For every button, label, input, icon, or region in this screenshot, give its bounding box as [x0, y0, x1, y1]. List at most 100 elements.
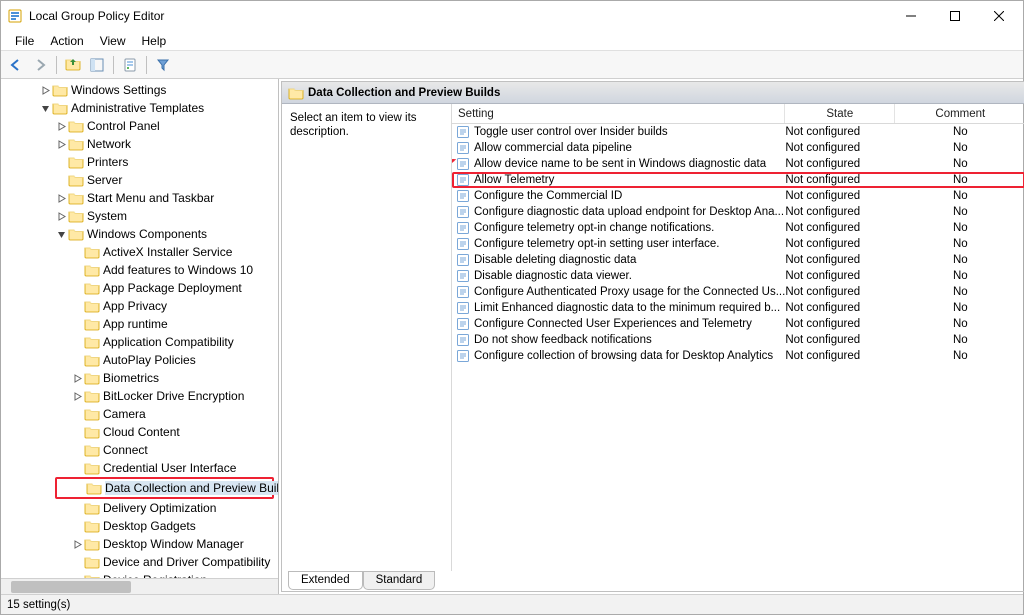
- settings-row[interactable]: Configure diagnostic data upload endpoin…: [452, 204, 1024, 220]
- tree-item[interactable]: BitLocker Drive Encryption: [1, 387, 278, 405]
- filter-button[interactable]: [152, 54, 174, 76]
- close-button[interactable]: [977, 2, 1021, 30]
- expand-icon[interactable]: [71, 538, 84, 551]
- tree-item[interactable]: Add features to Windows 10: [1, 261, 278, 279]
- window-title: Local Group Policy Editor: [29, 9, 889, 23]
- settings-row[interactable]: Configure Authenticated Proxy usage for …: [452, 284, 1024, 300]
- expand-icon[interactable]: [39, 84, 52, 97]
- tree-view[interactable]: Windows SettingsAdministrative Templates…: [1, 79, 278, 578]
- menu-action[interactable]: Action: [42, 32, 91, 50]
- settings-row[interactable]: Limit Enhanced diagnostic data to the mi…: [452, 300, 1024, 316]
- tree-item-label: Cloud Content: [103, 425, 180, 439]
- setting-comment: No: [895, 222, 1024, 234]
- setting-comment: No: [895, 158, 1024, 170]
- expand-icon[interactable]: [71, 372, 84, 385]
- folder-icon: [84, 443, 100, 457]
- settings-row[interactable]: Configure collection of browsing data fo…: [452, 348, 1024, 364]
- up-level-button[interactable]: [62, 54, 84, 76]
- tree-item-label: Add features to Windows 10: [103, 263, 253, 277]
- tree-item[interactable]: Biometrics: [1, 369, 278, 387]
- tab-extended[interactable]: Extended: [288, 571, 363, 590]
- tab-standard[interactable]: Standard: [363, 571, 436, 590]
- list-body[interactable]: Toggle user control over Insider builds N…: [452, 124, 1024, 571]
- expand-icon[interactable]: [71, 390, 84, 403]
- setting-icon: [455, 125, 471, 139]
- tree-item[interactable]: Administrative Templates: [1, 99, 278, 117]
- settings-row[interactable]: Toggle user control over Insider buildsN…: [452, 124, 1024, 140]
- tree-item[interactable]: App Package Deployment: [1, 279, 278, 297]
- settings-row[interactable]: Allow TelemetryNot configuredNo: [452, 172, 1024, 188]
- tree-item[interactable]: Delivery Optimization: [1, 499, 278, 517]
- tree-item-label: Desktop Gadgets: [103, 519, 196, 533]
- tree-item[interactable]: Camera: [1, 405, 278, 423]
- tree-item[interactable]: Application Compatibility: [1, 333, 278, 351]
- setting-name: Toggle user control over Insider builds: [474, 126, 785, 138]
- tree-item-label: AutoPlay Policies: [103, 353, 196, 367]
- expand-icon[interactable]: [55, 138, 68, 151]
- tree-item[interactable]: Windows Settings: [1, 81, 278, 99]
- tree-item[interactable]: Connect: [1, 441, 278, 459]
- settings-row[interactable]: Configure Connected User Experiences and…: [452, 316, 1024, 332]
- setting-name: Allow commercial data pipeline: [474, 142, 785, 154]
- tree-item[interactable]: AutoPlay Policies: [1, 351, 278, 369]
- app-icon: [7, 8, 23, 24]
- col-comment[interactable]: Comment: [895, 104, 1024, 123]
- setting-state: Not configured: [785, 190, 895, 202]
- back-button[interactable]: [5, 54, 27, 76]
- maximize-button[interactable]: [933, 2, 977, 30]
- tree-item[interactable]: App Privacy: [1, 297, 278, 315]
- expand-icon[interactable]: [55, 192, 68, 205]
- tree-item-label: App Package Deployment: [103, 281, 242, 295]
- tree-item[interactable]: Desktop Window Manager: [1, 535, 278, 553]
- tree-item[interactable]: Windows Components: [1, 225, 278, 243]
- tree-item[interactable]: Desktop Gadgets: [1, 517, 278, 535]
- collapse-icon[interactable]: [55, 228, 68, 241]
- settings-row[interactable]: Disable deleting diagnostic dataNot conf…: [452, 252, 1024, 268]
- menu-file[interactable]: File: [7, 32, 42, 50]
- show-hide-tree-button[interactable]: [86, 54, 108, 76]
- setting-icon: [455, 189, 471, 203]
- expand-icon[interactable]: [55, 120, 68, 133]
- properties-button[interactable]: [119, 54, 141, 76]
- settings-row[interactable]: Configure telemetry opt-in change notifi…: [452, 220, 1024, 236]
- tree-item[interactable]: Data Collection and Preview Builds: [57, 479, 272, 497]
- setting-name: Configure diagnostic data upload endpoin…: [474, 206, 785, 218]
- tree-item[interactable]: App runtime: [1, 315, 278, 333]
- tree-item[interactable]: ActiveX Installer Service: [1, 243, 278, 261]
- collapse-icon[interactable]: [39, 102, 52, 115]
- tree-item[interactable]: Control Panel: [1, 117, 278, 135]
- tree-item[interactable]: Credential User Interface: [1, 459, 278, 477]
- forward-button[interactable]: [29, 54, 51, 76]
- folder-icon: [68, 137, 84, 151]
- menubar: File Action View Help: [1, 31, 1023, 51]
- setting-comment: No: [895, 174, 1024, 186]
- tree-item[interactable]: Start Menu and Taskbar: [1, 189, 278, 207]
- settings-row[interactable]: Allow device name to be sent in Windows …: [452, 156, 1024, 172]
- tree-item[interactable]: Cloud Content: [1, 423, 278, 441]
- tree-item[interactable]: System: [1, 207, 278, 225]
- setting-state: Not configured: [785, 158, 895, 170]
- tree-item[interactable]: Printers: [1, 153, 278, 171]
- setting-comment: No: [895, 302, 1024, 314]
- expand-icon[interactable]: [55, 210, 68, 223]
- settings-row[interactable]: Allow commercial data pipelineNot config…: [452, 140, 1024, 156]
- tree-pane: Windows SettingsAdministrative Templates…: [1, 79, 279, 594]
- menu-view[interactable]: View: [92, 32, 134, 50]
- tree-item[interactable]: Server: [1, 171, 278, 189]
- minimize-button[interactable]: [889, 2, 933, 30]
- tree-item[interactable]: Device Registration: [1, 571, 278, 578]
- menu-help[interactable]: Help: [134, 32, 175, 50]
- tree-item[interactable]: Device and Driver Compatibility: [1, 553, 278, 571]
- tree-item[interactable]: Network: [1, 135, 278, 153]
- settings-row[interactable]: Configure telemetry opt-in setting user …: [452, 236, 1024, 252]
- tree-horizontal-scrollbar[interactable]: [1, 578, 278, 594]
- folder-icon: [84, 519, 100, 533]
- settings-row[interactable]: Do not show feedback notificationsNot co…: [452, 332, 1024, 348]
- setting-name: Configure telemetry opt-in setting user …: [474, 238, 785, 250]
- settings-row[interactable]: Disable diagnostic data viewer.Not confi…: [452, 268, 1024, 284]
- col-setting[interactable]: Setting: [452, 104, 785, 123]
- list-header[interactable]: Setting State Comment: [452, 104, 1024, 124]
- col-state[interactable]: State: [785, 104, 895, 123]
- settings-row[interactable]: Configure the Commercial IDNot configure…: [452, 188, 1024, 204]
- detail-tabs: Extended Standard: [282, 571, 1024, 591]
